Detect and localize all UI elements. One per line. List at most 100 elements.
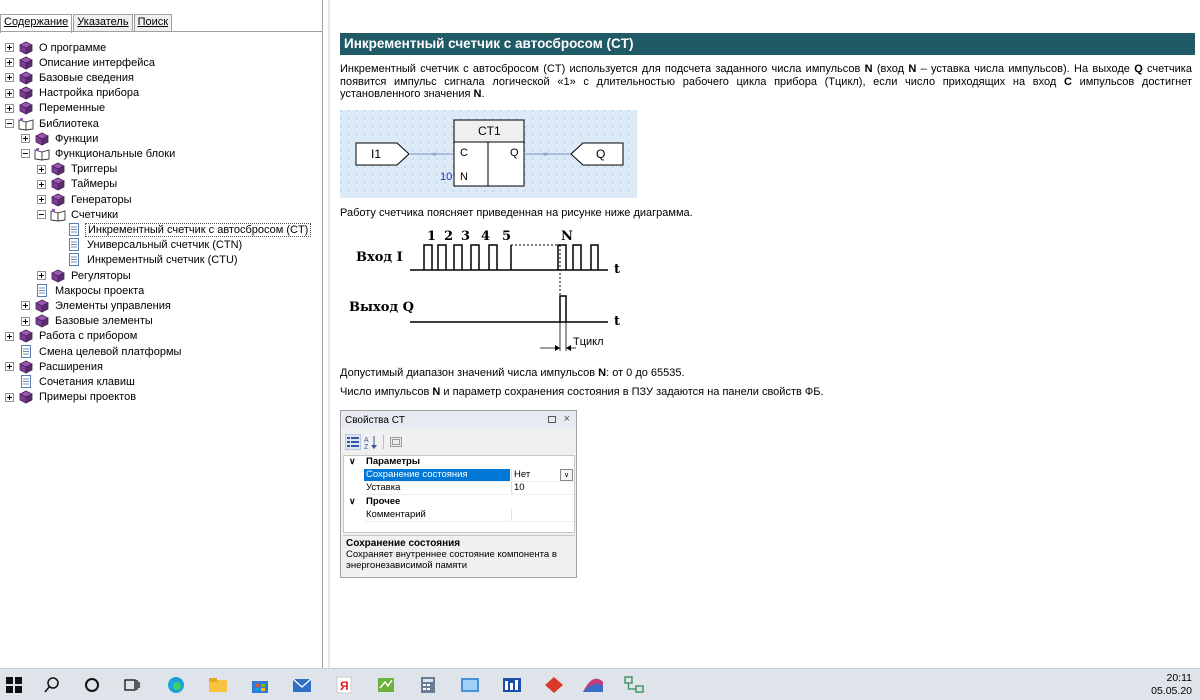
tree-item[interactable]: Генераторы bbox=[37, 192, 134, 207]
tree-item[interactable]: О программе bbox=[5, 40, 108, 55]
task-view-icon bbox=[124, 679, 140, 691]
pulse-number-3: 3 bbox=[461, 229, 470, 244]
chevron-down-icon[interactable]: ∨ bbox=[349, 496, 356, 507]
expand-icon[interactable] bbox=[5, 103, 14, 113]
tree-item[interactable]: Описание интерфейса bbox=[5, 55, 157, 70]
expand-icon[interactable] bbox=[21, 301, 30, 311]
taskbar-app-1[interactable] bbox=[376, 676, 396, 694]
tree-item-label: Инкрементный счетчик с автосбросом (CT) bbox=[85, 222, 312, 237]
book-icon bbox=[19, 56, 33, 70]
tree-item[interactable]: Функции bbox=[21, 131, 100, 146]
category-other[interactable]: ∨ Прочее bbox=[344, 496, 574, 509]
tree-item[interactable]: Макросы проекта bbox=[21, 283, 146, 298]
property-row-comment[interactable]: Комментарий bbox=[344, 509, 574, 522]
cortana-button[interactable] bbox=[84, 676, 100, 694]
expand-icon[interactable] bbox=[5, 331, 14, 341]
collapse-icon[interactable] bbox=[37, 210, 46, 220]
expand-icon[interactable] bbox=[5, 362, 14, 372]
expand-icon[interactable] bbox=[37, 195, 46, 204]
input-t-label: t bbox=[614, 262, 620, 277]
pin-icon[interactable] bbox=[548, 416, 556, 423]
tree-item[interactable]: Элементы управления bbox=[21, 298, 173, 313]
expand-icon[interactable] bbox=[5, 43, 14, 52]
taskbar-app-6[interactable] bbox=[624, 676, 644, 694]
close-icon[interactable]: × bbox=[564, 413, 570, 425]
navigation-panel: Содержание Указатель Поиск О программе Оп… bbox=[0, 0, 323, 668]
tree-item[interactable]: Регуляторы bbox=[37, 268, 133, 283]
tree-item[interactable]: Работа с прибором bbox=[5, 329, 139, 344]
tree-item[interactable]: Примеры проектов bbox=[5, 390, 138, 405]
tree-item[interactable]: Универсальный счетчик (CTN) bbox=[53, 238, 244, 253]
taskbar-yandex[interactable]: Я bbox=[334, 676, 354, 694]
taskbar-mail[interactable] bbox=[292, 676, 312, 694]
taskbar-store[interactable] bbox=[250, 676, 270, 694]
alphabetical-button[interactable]: AZ bbox=[363, 434, 379, 450]
taskbar-app-2[interactable] bbox=[460, 676, 480, 694]
open-book-icon bbox=[34, 147, 50, 161]
search-button[interactable] bbox=[44, 676, 60, 694]
expand-icon[interactable] bbox=[37, 164, 46, 174]
page-title: Инкрементный счетчик с автосбросом (CT) bbox=[340, 33, 1195, 55]
property-value-select[interactable]: Нет ∨ bbox=[511, 469, 574, 482]
tree-item[interactable]: Базовые элементы bbox=[21, 314, 155, 329]
tree-item[interactable]: Сочетания клавиш bbox=[5, 374, 137, 389]
splitter[interactable] bbox=[328, 0, 330, 668]
tree-item[interactable]: Расширения bbox=[5, 359, 105, 374]
tree-item[interactable]: Базовые сведения bbox=[5, 70, 136, 85]
text-run: . bbox=[481, 88, 485, 100]
taskbar-app-5[interactable] bbox=[582, 676, 604, 694]
tree-item[interactable]: Таймеры bbox=[37, 177, 119, 192]
tree-item[interactable]: Счетчики bbox=[37, 207, 120, 222]
calculator-icon bbox=[421, 677, 435, 693]
tree-item[interactable]: Инкрементный счетчик (CTU) bbox=[53, 253, 240, 268]
dropdown-arrow-icon[interactable]: ∨ bbox=[560, 469, 573, 481]
expand-icon[interactable] bbox=[21, 134, 30, 144]
tree-item[interactable]: Функциональные блоки bbox=[21, 146, 177, 161]
tree-item[interactable]: Инкрементный счетчик с автосбросом (CT) bbox=[53, 222, 312, 237]
tree-item[interactable]: Смена целевой платформы bbox=[5, 344, 183, 359]
taskbar-calculator[interactable] bbox=[418, 676, 438, 694]
input-axis-label: Вход I bbox=[356, 250, 403, 265]
taskbar-app-3[interactable] bbox=[502, 676, 522, 694]
property-pages-button[interactable] bbox=[388, 434, 404, 450]
expand-icon[interactable] bbox=[5, 58, 14, 68]
tcycle-label: Тцикл bbox=[573, 336, 604, 348]
property-value-input[interactable] bbox=[511, 509, 574, 522]
property-value-input[interactable]: 10 bbox=[511, 482, 574, 495]
tree-item[interactable]: Переменные bbox=[5, 101, 107, 116]
taskbar-app-4[interactable] bbox=[544, 676, 564, 694]
tree-item[interactable]: Библиотека bbox=[5, 116, 101, 131]
collapse-icon[interactable] bbox=[5, 119, 14, 128]
text-run: (вход bbox=[872, 63, 909, 75]
category-parameters[interactable]: ∨ Параметры bbox=[344, 456, 574, 469]
collapse-icon[interactable] bbox=[21, 149, 30, 159]
expand-icon[interactable] bbox=[21, 316, 30, 326]
tab-index[interactable]: Указатель bbox=[73, 14, 133, 32]
function-block-diagram: I1 × CT1 C N Q 10 × Q bbox=[340, 110, 637, 198]
system-clock[interactable]: 20:11 05.05.20 bbox=[1151, 672, 1192, 698]
edge-icon bbox=[168, 677, 184, 693]
property-row-save-state[interactable]: Сохранение состояния Нет ∨ bbox=[344, 469, 574, 482]
start-button[interactable] bbox=[6, 676, 22, 694]
expand-icon[interactable] bbox=[5, 73, 14, 83]
description-text: Сохраняет внутреннее состояние компонент… bbox=[346, 549, 557, 571]
tree-item-label: Расширения bbox=[39, 360, 103, 373]
tree-item[interactable]: Триггеры bbox=[37, 162, 119, 177]
tree-item[interactable]: Настройка прибора bbox=[5, 86, 141, 101]
categorized-button[interactable] bbox=[345, 434, 361, 450]
expand-icon[interactable] bbox=[37, 179, 46, 189]
clock-date: 05.05.20 bbox=[1151, 685, 1192, 697]
tab-search[interactable]: Поиск bbox=[133, 14, 173, 32]
page-icon bbox=[21, 344, 31, 358]
property-name: Сохранение состояния bbox=[364, 469, 510, 482]
book-icon bbox=[35, 299, 49, 313]
task-view-button[interactable] bbox=[124, 676, 140, 694]
taskbar-edge[interactable] bbox=[166, 676, 186, 694]
expand-icon[interactable] bbox=[37, 271, 46, 280]
expand-icon[interactable] bbox=[5, 88, 14, 98]
expand-icon[interactable] bbox=[5, 392, 14, 402]
property-row-setpoint[interactable]: Уставка 10 bbox=[344, 482, 574, 495]
taskbar-explorer[interactable] bbox=[208, 676, 228, 694]
chevron-down-icon[interactable]: ∨ bbox=[349, 456, 356, 467]
tree-item-label: Инкрементный счетчик (CTU) bbox=[87, 254, 238, 267]
